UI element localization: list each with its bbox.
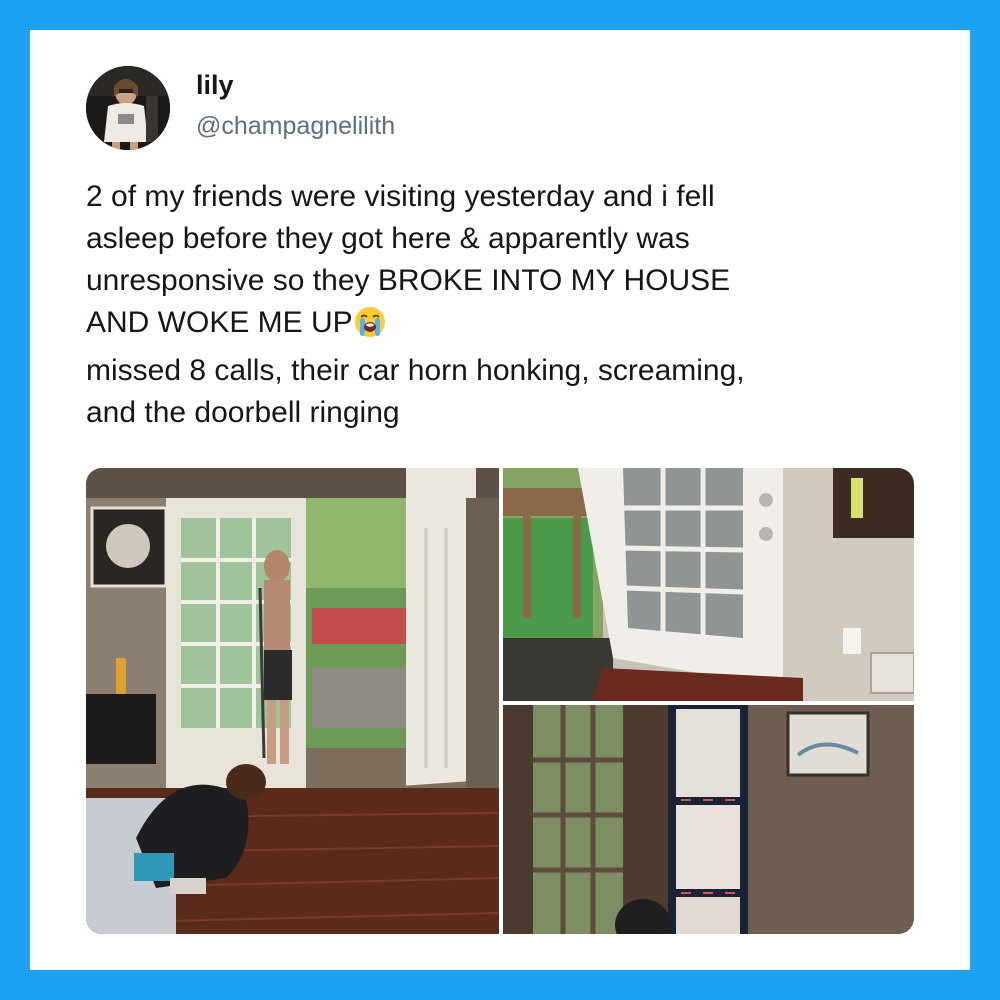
tweet-text-line: asleep before they got here & apparently… bbox=[86, 222, 690, 255]
tweet-text-line: and the doorbell ringing bbox=[86, 396, 400, 429]
media-grid bbox=[86, 468, 914, 934]
tweet-text-line: 2 of my friends were visiting yesterday … bbox=[86, 180, 715, 213]
tweet-text-line: missed 8 calls, their car horn honking, … bbox=[86, 354, 745, 387]
tweet-text-line: unresponsive so they BROKE INTO MY HOUSE bbox=[86, 264, 731, 297]
avatar-photo-icon bbox=[86, 66, 170, 150]
open-door-photo-icon bbox=[503, 468, 914, 701]
tweet-text-line-with-emoji: AND WOKE ME UP bbox=[86, 302, 926, 350]
author-handle[interactable]: @champagnelilith bbox=[196, 112, 395, 141]
loudly-crying-face-icon bbox=[354, 306, 386, 350]
media-photo-1[interactable] bbox=[86, 468, 499, 934]
tweet-card: lily @champagnelilith 2 of my friends we… bbox=[30, 30, 970, 970]
tweet-text-line: AND WOKE ME UP bbox=[86, 306, 353, 339]
taped-window-photo-icon bbox=[503, 705, 914, 934]
tweet-text: 2 of my friends were visiting yesterday … bbox=[86, 176, 926, 434]
media-photo-3[interactable] bbox=[503, 705, 914, 934]
media-photo-2[interactable] bbox=[503, 468, 914, 701]
living-room-photo-icon bbox=[86, 468, 499, 934]
author-display-name[interactable]: lily bbox=[196, 70, 234, 101]
avatar[interactable] bbox=[86, 66, 170, 150]
